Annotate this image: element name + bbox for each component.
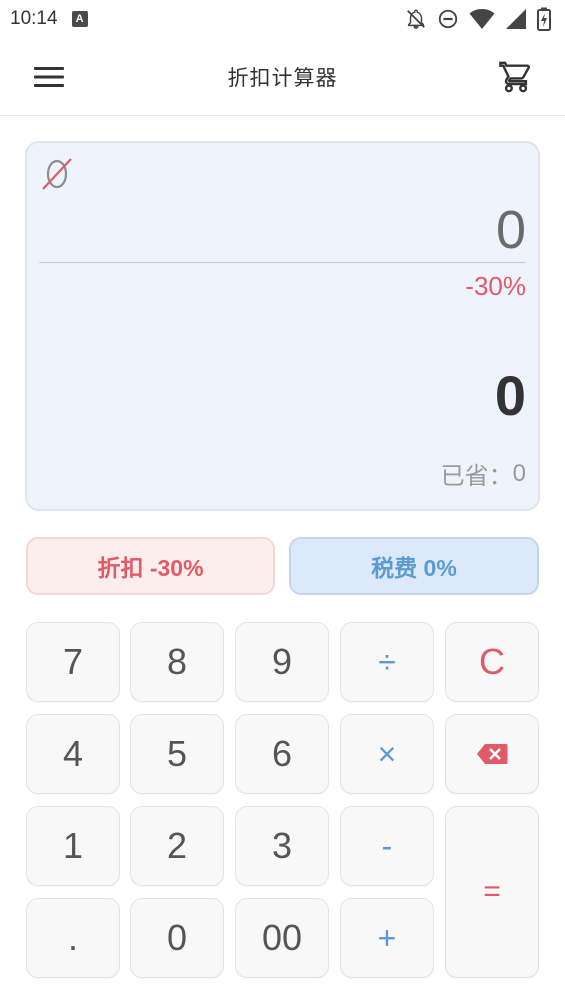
key-8[interactable]: 8 [130,622,224,702]
key-7[interactable]: 7 [26,622,120,702]
divide-button[interactable]: ÷ [340,622,434,702]
saved-amount: 已省： 0 [441,456,526,491]
decimal-button[interactable]: . [26,898,120,978]
plus-button[interactable]: + [340,898,434,978]
multiply-button[interactable]: × [340,714,434,794]
saved-value: 0 [512,459,526,487]
display-divider [39,262,526,263]
saved-label: 已省： [440,463,513,490]
key-4[interactable]: 4 [26,714,120,794]
discount-button[interactable]: 折扣 -30% [26,537,275,595]
key-2[interactable]: 2 [130,806,224,886]
empty-symbol-icon [42,158,72,190]
key-5[interactable]: 5 [130,714,224,794]
key-3[interactable]: 3 [235,806,329,886]
app-bar: 折扣计算器 [0,38,565,116]
status-bar: 10:14 A [0,0,565,38]
clear-button[interactable]: C [445,622,539,702]
battery-charging-icon [537,7,551,31]
key-00[interactable]: 00 [235,898,329,978]
input-value: 0 [495,200,526,260]
menu-icon[interactable] [34,66,64,88]
key-1[interactable]: 1 [26,806,120,886]
shopping-cart-icon[interactable] [499,60,533,94]
key-6[interactable]: 6 [235,714,329,794]
display-panel: 0 -30% 0 已省： 0 [25,141,540,511]
wifi-icon [469,9,495,29]
status-left: 10:14 A [10,8,88,30]
tax-button[interactable]: 税费 0% [289,537,539,595]
minus-button[interactable]: - [340,806,434,886]
backspace-button[interactable] [445,714,539,794]
equals-button[interactable]: = [445,806,539,978]
key-0[interactable]: 0 [130,898,224,978]
backspace-icon [477,744,508,764]
status-time: 10:14 [10,8,58,29]
status-icons [405,7,551,31]
signal-icon [506,9,526,29]
discount-tag: -30% [465,271,526,301]
do-not-disturb-icon [438,9,458,29]
result-value: 0 [494,364,526,427]
a-badge-icon: A [71,11,88,27]
notifications-off-icon [407,9,425,29]
page-title: 折扣计算器 [227,66,338,90]
key-9[interactable]: 9 [235,622,329,702]
